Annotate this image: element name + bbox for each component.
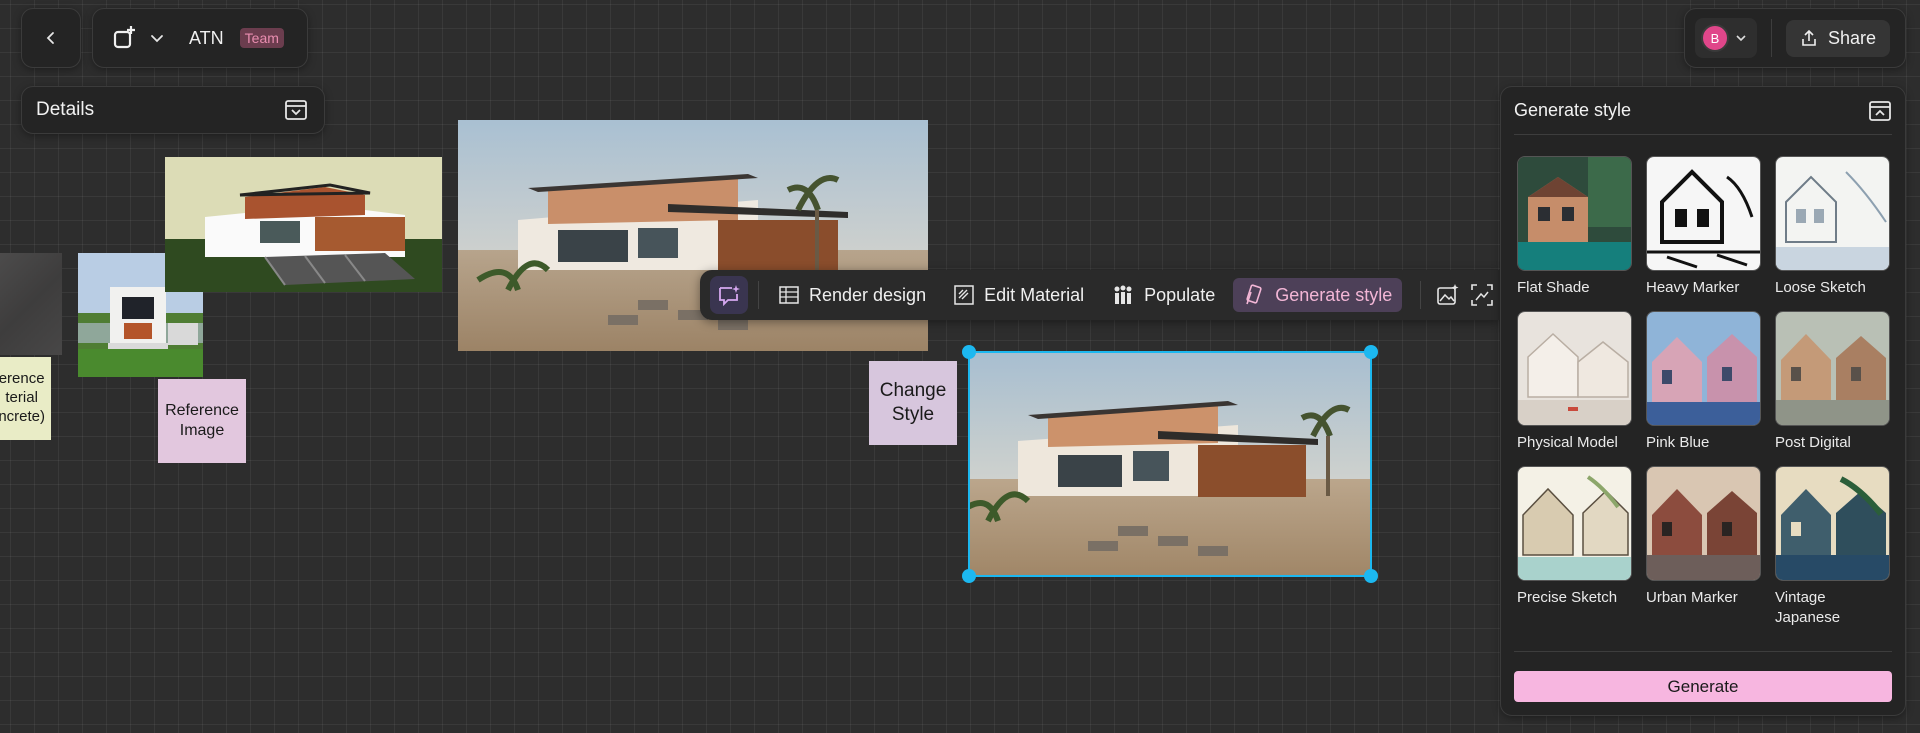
style-option-physical-model[interactable]: Physical Model [1517, 311, 1632, 466]
back-button[interactable] [21, 8, 81, 68]
style-thumbnail [1517, 466, 1632, 581]
resize-handle-top-right[interactable] [1364, 345, 1378, 359]
resize-handle-bottom-right[interactable] [1364, 569, 1378, 583]
style-thumbnail [1517, 311, 1632, 426]
chevron-left-icon [44, 31, 58, 45]
image-sparkle-icon [1437, 284, 1459, 306]
style-option-urban-marker[interactable]: Urban Marker [1646, 466, 1761, 621]
populate-label: Populate [1144, 284, 1216, 305]
style-option-precise-sketch[interactable]: Precise Sketch [1517, 466, 1632, 621]
style-grid: Flat Shade Heavy Marker Loose Sketch Phy… [1514, 156, 1892, 626]
render-design-label: Render design [809, 284, 927, 305]
generate-style-button[interactable]: Generate style [1233, 278, 1403, 312]
generate-button[interactable]: Generate [1514, 671, 1892, 702]
sticky-note-reference-material[interactable]: erence terial ncrete) [0, 357, 51, 440]
model-render-image[interactable] [165, 157, 442, 292]
toolbar-divider [758, 281, 759, 309]
style-label: Post Digital [1775, 434, 1851, 451]
avatar: B [1701, 24, 1729, 52]
toolbar-divider [1420, 281, 1422, 309]
material-hatch-icon [954, 285, 974, 305]
style-option-pink-blue[interactable]: Pink Blue [1646, 311, 1761, 466]
top-right-bar: B Share [1684, 8, 1906, 68]
resize-handle-top-left[interactable] [962, 345, 976, 359]
selection-box [962, 345, 1378, 583]
style-thumbnail [1775, 311, 1890, 426]
divider [1514, 651, 1892, 652]
style-label: Vintage Japanese [1775, 589, 1841, 627]
style-thumbnail [1775, 156, 1890, 271]
style-thumbnail [1646, 156, 1761, 271]
resize-handle-bottom-left[interactable] [962, 569, 976, 583]
panel-header: Generate style [1514, 87, 1892, 135]
render-design-button[interactable]: Render design [769, 279, 936, 312]
project-name[interactable]: ATN [189, 28, 224, 49]
style-label: Precise Sketch [1517, 589, 1618, 606]
upscale-icon [1471, 284, 1494, 306]
share-button[interactable]: Share [1786, 19, 1891, 57]
share-label: Share [1828, 27, 1877, 48]
style-thumbnail [1646, 311, 1761, 426]
chevron-down-icon[interactable] [149, 30, 165, 46]
concrete-texture-image[interactable] [0, 253, 62, 355]
style-label: Pink Blue [1646, 434, 1710, 451]
render-grid-icon [779, 286, 799, 304]
details-title: Details [36, 99, 95, 120]
style-option-vintage-japanese[interactable]: Vintage Japanese [1775, 466, 1890, 626]
style-option-loose-sketch[interactable]: Loose Sketch [1775, 156, 1890, 311]
style-option-heavy-marker[interactable]: Heavy Marker [1646, 156, 1761, 311]
team-badge: Team [239, 28, 284, 48]
style-label: Physical Model [1517, 434, 1618, 451]
style-label: Flat Shade [1517, 279, 1590, 296]
populate-button[interactable]: Populate [1102, 279, 1225, 312]
divider [1771, 19, 1772, 57]
style-option-post-digital[interactable]: Post Digital [1775, 311, 1890, 466]
project-bar: ATN Team [92, 8, 308, 68]
ai-chat-icon [717, 284, 741, 306]
collapse-panel-icon[interactable] [1868, 99, 1892, 123]
upscale-image-button[interactable] [1465, 278, 1499, 312]
edit-material-label: Edit Material [984, 284, 1085, 305]
generate-style-panel: Generate style Flat Shade Heavy Marker L… [1500, 86, 1906, 716]
generate-style-label: Generate style [1275, 284, 1393, 305]
sticky-note-change-style[interactable]: Change Style [869, 361, 957, 445]
style-thumbnail [1517, 156, 1632, 271]
ai-assistant-button[interactable] [710, 276, 748, 314]
collapse-panel-icon[interactable] [284, 98, 308, 122]
chevron-down-icon [1735, 32, 1747, 44]
panel-title: Generate style [1514, 100, 1632, 120]
style-label: Urban Marker [1646, 589, 1738, 606]
sticky-note-reference-image[interactable]: Reference Image [158, 379, 246, 463]
image-sparkle-button[interactable] [1431, 278, 1465, 312]
share-icon [1800, 29, 1818, 47]
edit-material-button[interactable]: Edit Material [944, 279, 1094, 312]
floating-toolbar: Render design Edit Material Populate Gen… [700, 270, 1500, 320]
new-board-icon[interactable] [111, 24, 139, 52]
style-option-flat-shade[interactable]: Flat Shade [1517, 156, 1632, 311]
details-panel: Details [21, 86, 325, 134]
style-cards-icon [1243, 284, 1265, 306]
style-label: Loose Sketch [1775, 279, 1866, 296]
style-thumbnail [1646, 466, 1761, 581]
style-thumbnail [1775, 466, 1890, 581]
people-icon [1112, 285, 1134, 305]
style-label: Heavy Marker [1646, 279, 1740, 296]
user-menu-button[interactable]: B [1695, 18, 1757, 58]
